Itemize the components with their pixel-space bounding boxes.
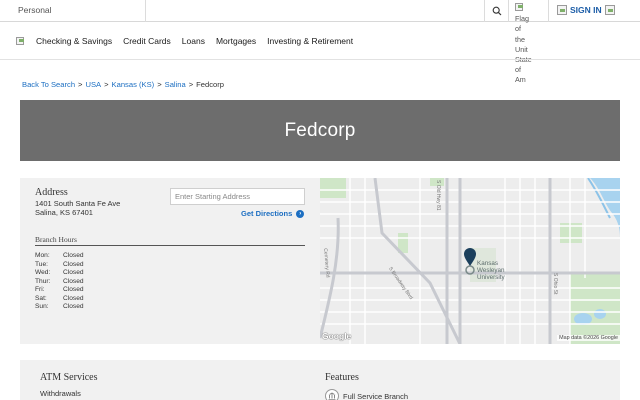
hours-day: Tue: [35,260,48,268]
breadcrumb: Back To Search > USA > Kansas (KS) > Salina > Fe… [22,80,224,89]
feature-label: Full Service Branch [343,391,409,400]
hours-day: Sun: [35,303,49,310]
search-button[interactable] [484,0,509,22]
bank-building-icon [325,389,339,400]
segment-personal[interactable]: Personal [18,5,52,15]
hours-row: Tue: Closed [35,261,84,270]
feature-item: Full Service Branch [325,389,408,400]
breadcrumb-kansas[interactable]: Kansas (KS) [112,80,155,89]
nav-items: Checking & Savings Credit Cards Loans Mo… [36,36,364,46]
road-label: S Old Hwy 81 [435,180,441,211]
hours-row: Thur: Closed [35,278,84,287]
features-heading: Features [325,372,359,383]
hours-row: Fri: Closed [35,286,84,295]
page-title: Fedcorp [284,119,356,141]
hours-value: Closed [63,303,84,310]
branch-map[interactable]: Kansas Wesleyan University S Old Hwy 81 … [320,178,620,344]
poi-label: Kansas Wesleyan University [477,260,505,281]
broken-image-icon [515,3,523,11]
nav-item-loans[interactable]: Loans [182,36,205,46]
get-directions-link[interactable]: Get Directions › [241,209,305,218]
breadcrumb-salina[interactable]: Salina [165,80,186,89]
search-icon [492,6,501,16]
hours-day: Mon: [35,252,50,259]
address-line-2: Salina, KS 67401 [35,208,93,217]
address-line-1: 1401 South Santa Fe Ave [35,199,121,208]
nav-item-checking-savings[interactable]: Checking & Savings [36,36,112,46]
hours-value: Closed [63,269,84,276]
lock-icon [557,5,567,15]
nav-item-mortgages[interactable]: Mortgages [216,36,256,46]
google-logo[interactable]: Google [322,331,351,341]
hours-row: Sun: Closed [35,303,84,312]
arrow-right-icon: › [296,209,305,218]
sign-in-label: SIGN IN [570,5,602,15]
nav-item-investing-retirement[interactable]: Investing & Retirement [267,36,353,46]
branch-info-card: Address 1401 South Santa Fe Ave Salina, … [20,178,620,344]
breadcrumb-current: Fedcorp [196,80,225,89]
nav-item-credit-cards[interactable]: Credit Cards [123,36,171,46]
breadcrumb-separator: > [188,80,194,89]
road-label: S Ohio St [552,273,558,295]
breadcrumb-back-to-search[interactable]: Back To Search [22,80,75,89]
breadcrumb-separator: > [157,80,162,89]
hours-day: Thur: [35,277,51,285]
bank-logo-icon[interactable] [16,37,24,45]
map-credit: Map data ©2026 Google [557,335,620,341]
hero-banner: Fedcorp [20,100,620,161]
atm-services-heading: ATM Services [40,372,98,383]
map-graphic [320,178,620,344]
address-heading: Address [35,187,68,198]
hours-day: Wed: [35,269,51,276]
divider [35,245,305,246]
get-directions-label: Get Directions [241,209,293,218]
starting-address-input[interactable] [170,188,305,205]
hours-row: Sat: Closed [35,295,84,304]
hours-value: Closed [63,252,84,259]
atm-service-item: Withdrawals [40,389,81,398]
hours-day: Sat: [35,294,47,302]
hours-value: Closed [63,294,84,302]
divider [548,0,549,22]
top-utility-bar: Personal Flag of the Unit State of Am SI… [0,0,640,84]
breadcrumb-separator: > [78,80,83,89]
main-navigation: Checking & Savings Credit Cards Loans Mo… [0,22,640,60]
hours-value: Closed [63,277,84,285]
chevron-image-icon [604,5,615,15]
hours-row: Mon: Closed [35,252,84,261]
divider [145,0,146,22]
hours-day: Fri: [35,286,45,293]
sign-in-link[interactable]: SIGN IN [557,5,615,15]
branch-hours-heading: Branch Hours [35,235,77,244]
hours-value: Closed [63,286,84,293]
services-card: ATM Services Withdrawals Features Full S… [20,360,620,400]
breadcrumb-usa[interactable]: USA [85,80,101,89]
hours-list: Mon: Closed Tue: Closed Wed: Closed Thur: Cl… [35,252,84,312]
hours-value: Closed [63,260,84,268]
hours-row: Wed: Closed [35,269,84,278]
breadcrumb-separator: > [104,80,109,89]
